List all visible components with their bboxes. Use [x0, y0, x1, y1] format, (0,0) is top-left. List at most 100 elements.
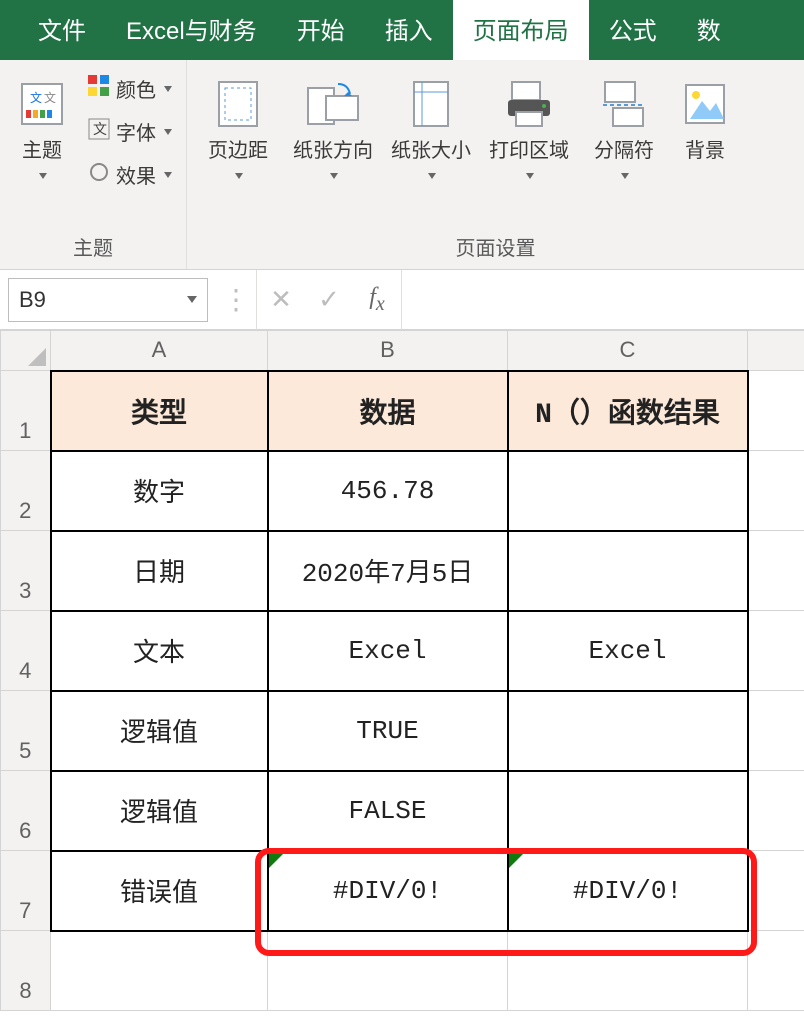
theme-colors-button[interactable]: 颜色 [86, 70, 174, 107]
select-all-cell[interactable] [1, 331, 51, 371]
fonts-label: 字体 [116, 117, 156, 146]
orientation-label: 纸张方向 [293, 140, 373, 162]
svg-text:文: 文 [44, 90, 56, 105]
breaks-button[interactable]: 分隔符 [585, 70, 663, 188]
tab-insert[interactable]: 插入 [365, 0, 453, 60]
row-header-4[interactable]: 4 [1, 611, 51, 691]
cell-B2[interactable]: 456.78 [268, 451, 508, 531]
background-button[interactable]: 背景 [677, 70, 733, 166]
cell-D4[interactable] [748, 611, 804, 691]
colors-label: 颜色 [116, 74, 156, 103]
breaks-label: 分隔符 [594, 140, 654, 162]
cell-C4[interactable]: Excel [508, 611, 748, 691]
background-icon [682, 74, 728, 134]
chevron-down-icon [428, 173, 436, 179]
tab-home[interactable]: 开始 [277, 0, 365, 60]
breaks-icon [599, 74, 649, 134]
theme-fonts-button[interactable]: 文 字体 [86, 113, 174, 150]
chevron-down-icon [526, 173, 534, 179]
effects-icon [88, 161, 110, 189]
cell-D7[interactable] [748, 851, 804, 931]
cell-A2[interactable]: 数字 [51, 451, 268, 531]
cell-B1[interactable]: 数据 [268, 371, 508, 451]
cell-B4[interactable]: Excel [268, 611, 508, 691]
fonts-icon: 文 [88, 118, 110, 146]
cell-D1[interactable] [748, 371, 804, 451]
themes-icon: 文 文 [20, 74, 64, 134]
themes-button[interactable]: 文 文 主题 [12, 70, 72, 188]
enter-formula-button[interactable]: ✓ [305, 284, 353, 315]
cell-B8[interactable] [268, 931, 508, 1011]
cell-A1[interactable]: 类型 [51, 371, 268, 451]
tab-addon[interactable]: Excel与财务 [106, 0, 277, 60]
cancel-formula-button[interactable]: ✕ [257, 284, 305, 315]
print-area-label: 打印区域 [489, 140, 569, 162]
col-header-A[interactable]: A [51, 331, 268, 371]
cell-D3[interactable] [748, 531, 804, 611]
tab-formulas[interactable]: 公式 [589, 0, 677, 60]
svg-text:文: 文 [30, 90, 42, 105]
cell-A6[interactable]: 逻辑值 [51, 771, 268, 851]
ribbon-tabs: 文件 Excel与财务 开始 插入 页面布局 公式 数 [0, 0, 804, 60]
margins-label: 页边距 [208, 140, 268, 162]
cell-D5[interactable] [748, 691, 804, 771]
chevron-down-icon [164, 86, 172, 92]
cell-C8[interactable] [508, 931, 748, 1011]
size-button[interactable]: 纸张大小 [389, 70, 473, 188]
theme-effects-button[interactable]: 效果 [86, 156, 174, 193]
ribbon: 文 文 主题 颜色 [0, 60, 804, 270]
cell-B7[interactable]: #DIV/0! [268, 851, 508, 931]
chevron-down-icon [39, 173, 47, 179]
cell-B6[interactable]: FALSE [268, 771, 508, 851]
row-header-6[interactable]: 6 [1, 771, 51, 851]
cell-C7[interactable]: #DIV/0! [508, 851, 748, 931]
chevron-down-icon [164, 129, 172, 135]
cell-A5[interactable]: 逻辑值 [51, 691, 268, 771]
cell-D6[interactable] [748, 771, 804, 851]
row-header-3[interactable]: 3 [1, 531, 51, 611]
col-header-B[interactable]: B [268, 331, 508, 371]
name-box[interactable]: B9 [8, 278, 208, 322]
cell-C3[interactable] [508, 531, 748, 611]
chevron-down-icon [235, 173, 243, 179]
cell-C5[interactable] [508, 691, 748, 771]
cell-D2[interactable] [748, 451, 804, 531]
tab-partial[interactable]: 数 [677, 0, 725, 60]
cell-C2[interactable] [508, 451, 748, 531]
cell-C1[interactable]: N（）函数结果 [508, 371, 748, 451]
cell-A8[interactable] [51, 931, 268, 1011]
cell-D8[interactable] [748, 931, 804, 1011]
cell-A3[interactable]: 日期 [51, 531, 268, 611]
row-header-5[interactable]: 5 [1, 691, 51, 771]
themes-label: 主题 [22, 140, 62, 162]
col-header-C[interactable]: C [508, 331, 748, 371]
orientation-icon [304, 74, 362, 134]
row-header-1[interactable]: 1 [1, 371, 51, 451]
row-header-7[interactable]: 7 [1, 851, 51, 931]
colors-icon [88, 75, 110, 103]
print-area-button[interactable]: 打印区域 [487, 70, 571, 188]
chevron-down-icon [164, 172, 172, 178]
group-label-page-setup: 页面设置 [199, 226, 792, 265]
cell-C6[interactable] [508, 771, 748, 851]
tab-file[interactable]: 文件 [18, 0, 106, 60]
cell-B5[interactable]: TRUE [268, 691, 508, 771]
row-header-8[interactable]: 8 [1, 931, 51, 1011]
row-header-2[interactable]: 2 [1, 451, 51, 531]
print-area-icon [504, 74, 554, 134]
cell-B3[interactable]: 2020年7月5日 [268, 531, 508, 611]
formula-bar: B9 ⋮ ✕ ✓ fx [0, 270, 804, 330]
ribbon-group-page-setup: 页边距 纸张方向 纸张大小 [187, 60, 804, 269]
chevron-down-icon [330, 173, 338, 179]
orientation-button[interactable]: 纸张方向 [291, 70, 375, 188]
margins-icon [215, 74, 261, 134]
col-header-D[interactable] [748, 331, 804, 371]
spreadsheet-grid: A B C 1 类型 数据 N（）函数结果 2 数字 456.78 3 日期 2… [0, 330, 804, 1011]
name-box-resize[interactable]: ⋮ [216, 283, 256, 316]
tab-page-layout[interactable]: 页面布局 [453, 0, 589, 60]
effects-label: 效果 [116, 160, 156, 189]
margins-button[interactable]: 页边距 [199, 70, 277, 188]
cell-A4[interactable]: 文本 [51, 611, 268, 691]
cell-A7[interactable]: 错误值 [51, 851, 268, 931]
insert-function-button[interactable]: fx [353, 284, 401, 316]
